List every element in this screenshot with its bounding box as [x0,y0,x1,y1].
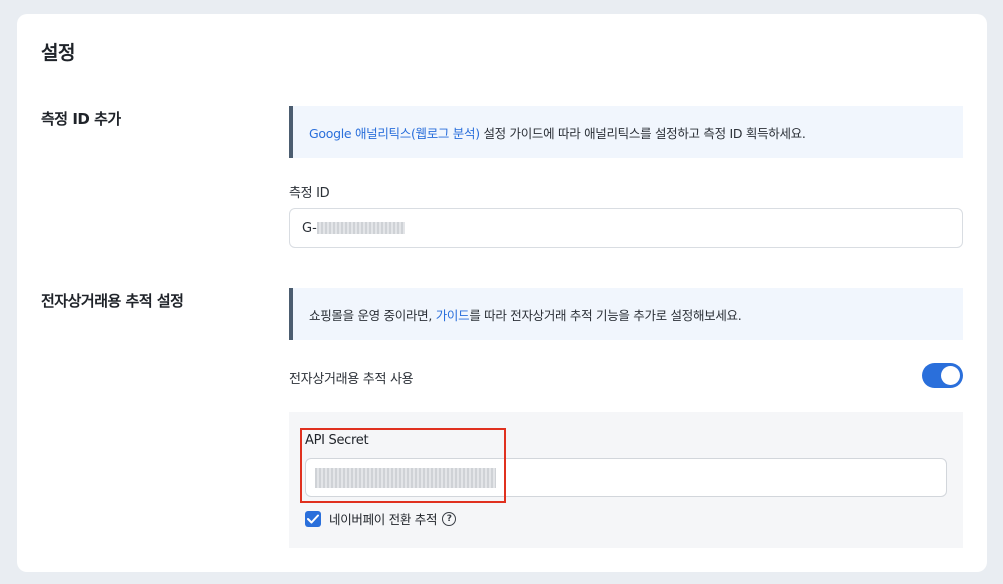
settings-card: 설정 측정 ID 추가 Google 애널리틱스(웹로그 분석) 설정 가이드에… [17,14,987,572]
ecommerce-section-label: 전자상거래용 추적 설정 [41,292,184,310]
measurement-notice-text: 설정 가이드에 따라 애널리틱스를 설정하고 측정 ID 획득하세요. [479,125,806,141]
google-analytics-guide-link[interactable]: Google 애널리틱스(웹로그 분석) [309,123,480,142]
naverpay-tracking-checkbox[interactable] [305,510,321,527]
naverpay-tracking-label: 네이버페이 전환 추적 [329,512,438,527]
ecommerce-toggle-label: 전자상거래용 추적 사용 [289,372,414,387]
toggle-knob [941,366,960,385]
ecommerce-guide-link[interactable]: 가이드 [436,305,470,324]
ecommerce-notice-text-before: 쇼핑몰을 운영 중이라면, [309,307,436,323]
api-secret-panel: API Secret 네이버페이 전환 추적 ? [289,412,963,548]
api-secret-label: API Secret [305,433,369,448]
page-title: 설정 [41,42,75,64]
naverpay-tracking-row: 네이버페이 전환 추적 ? [305,509,457,528]
masked-measurement-id [316,222,405,234]
measurement-section-label: 측정 ID 추가 [41,110,121,128]
checkmark-icon [307,514,319,523]
measurement-id-label: 측정 ID [289,186,330,201]
api-secret-input[interactable] [305,458,947,497]
ecommerce-notice-text-after: 를 따라 전자상거래 추적 기능을 추가로 설정해보세요. [469,307,742,323]
masked-api-secret [315,467,496,488]
measurement-id-prefix: G- [302,220,317,236]
measurement-notice: Google 애널리틱스(웹로그 분석) 설정 가이드에 따라 애널리틱스를 설… [289,106,963,158]
measurement-id-input[interactable]: G- [289,208,963,248]
ecommerce-tracking-toggle[interactable] [922,363,963,388]
question-circle-icon[interactable]: ? [442,511,457,526]
ecommerce-notice: 쇼핑몰을 운영 중이라면, 가이드 를 따라 전자상거래 추적 기능을 추가로 … [289,288,963,340]
